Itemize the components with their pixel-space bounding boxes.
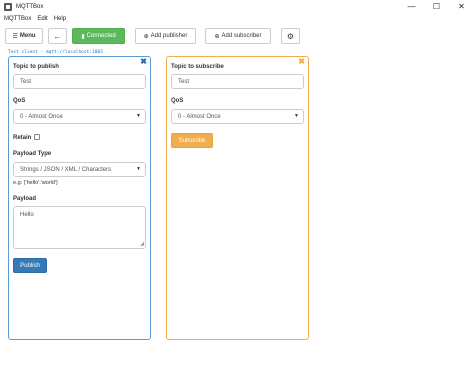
payload-value: Hello [20,212,34,218]
payload-hint: e.g: {'hello':'world'} [13,180,58,186]
close-publisher-icon[interactable]: ✖ [140,58,147,66]
retain-label: Retain [13,135,32,141]
title-bar: MQTTBox — ☐ ✕ [0,0,474,14]
app-icon [4,3,12,11]
close-window-button[interactable]: ✕ [449,0,474,14]
gear-icon: ⚙ [286,31,295,41]
plus-circle-icon: ⊕ [214,33,220,40]
menu-edit[interactable]: Edit [37,16,47,22]
window-controls: — ☐ ✕ [399,0,474,14]
hamburger-icon: ☰ [12,33,18,40]
back-button[interactable]: ← [48,28,67,44]
topic-subscribe-input[interactable]: Test [171,74,304,89]
menu-bar: MQTTBox Edit Help [0,14,474,24]
close-subscriber-icon[interactable]: ✖ [298,58,305,66]
menu-button[interactable]: ☰ Menu [5,28,43,44]
window-title: MQTTBox [16,4,44,10]
sub-qos-value: 0 - Almost Once [178,113,221,120]
menu-button-label: Menu [19,33,36,39]
qos-select[interactable]: 0 - Almost Once ▼ [13,109,146,124]
topic-subscribe-value: Test [178,78,190,85]
add-subscriber-label: Add subscriber [221,33,262,39]
resize-grip-icon[interactable]: ◢ [140,242,144,247]
add-subscriber-button[interactable]: ⊕ Add subscriber [205,28,271,44]
retain-checkbox[interactable] [34,134,41,140]
add-publisher-button[interactable]: ⊕ Add publisher [135,28,196,44]
qos-label: QoS [13,98,26,104]
menu-app[interactable]: MQTTBox [4,16,31,22]
payload-type-select[interactable]: Strings / JSON / XML / Characters ▼ [13,162,146,177]
caret-down-icon: ▼ [136,113,141,119]
connection-info: Test client - mqtt://localhost:1883 [8,50,103,55]
qos-value: 0 - Almost Once [20,113,63,120]
plus-circle-icon: ⊕ [143,33,149,40]
payload-type-value: Strings / JSON / XML / Characters [20,166,112,173]
connected-label: Connected [86,33,116,39]
menu-help[interactable]: Help [54,16,66,22]
toolbar: ☰ Menu ← ▮ Connected ⊕ Add publisher ⊕ A… [0,24,474,48]
minimize-button[interactable]: — [399,0,424,14]
signal-icon: ▮ [81,33,85,40]
publisher-panel: ✖ Topic to publish Test QoS 0 - Almost O… [8,56,151,340]
maximize-button[interactable]: ☐ [424,0,449,14]
caret-down-icon: ▼ [294,113,299,119]
topic-publish-label: Topic to publish [13,64,59,70]
caret-down-icon: ▼ [136,166,141,172]
sub-qos-select[interactable]: 0 - Almost Once ▼ [171,109,304,124]
topic-subscribe-label: Topic to subscribe [171,64,224,70]
payload-label: Payload [13,196,37,202]
publish-button[interactable]: Publish [13,258,47,273]
add-publisher-label: Add publisher [150,33,188,39]
sub-qos-label: QoS [171,98,184,104]
settings-button[interactable]: ⚙ [281,28,300,44]
retain-row: Retain [13,134,41,141]
connected-button[interactable]: ▮ Connected [72,28,125,44]
subscriber-panel: ✖ Topic to subscribe Test QoS 0 - Almost… [166,56,309,340]
subscribe-button[interactable]: Subscribe [171,133,213,148]
payload-textarea[interactable]: Hello ◢ [13,206,146,249]
topic-publish-value: Test [20,78,32,85]
topic-publish-input[interactable]: Test [13,74,146,89]
arrow-left-icon: ← [53,31,62,41]
payload-type-label: Payload Type [13,151,52,157]
